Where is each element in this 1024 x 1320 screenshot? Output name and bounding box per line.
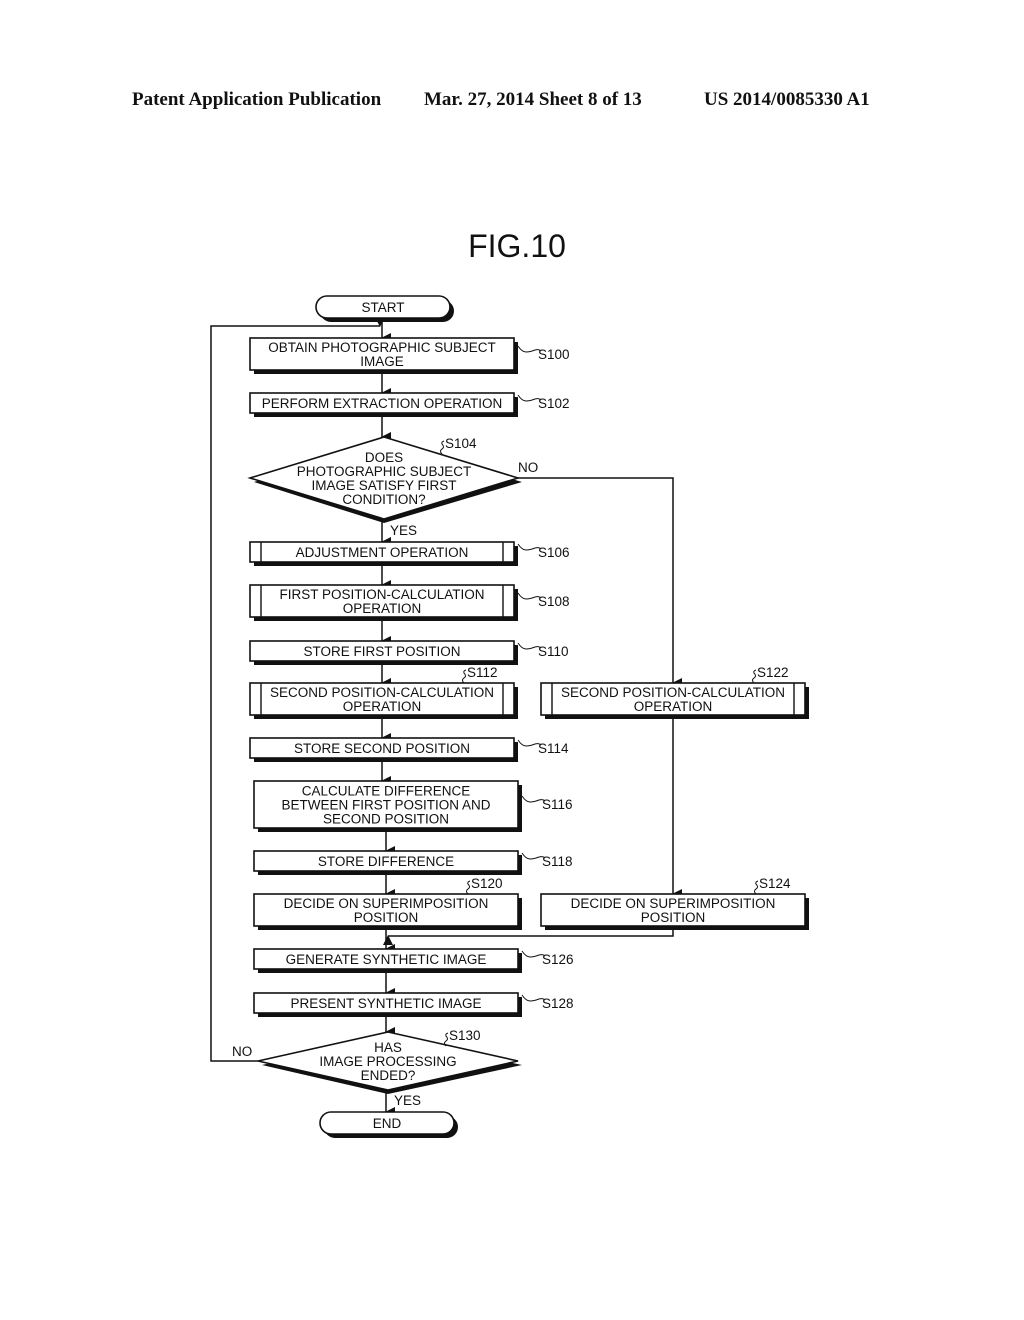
step-number: S124	[759, 876, 791, 891]
s116-text-line: SECOND POSITION	[323, 812, 449, 827]
node-s128: PRESENT SYNTHETIC IMAGE	[253, 992, 522, 1017]
step-label-s126: S126	[521, 950, 574, 967]
s104-text-line: DOES	[365, 450, 403, 465]
step-number: S126	[542, 952, 574, 967]
node-s110: STORE FIRST POSITION	[249, 640, 518, 665]
s104-yes-label: YES	[390, 523, 417, 538]
step-label-s102: S102	[517, 394, 570, 411]
node-s116: CALCULATE DIFFERENCEBETWEEN FIRST POSITI…	[253, 780, 522, 832]
node-s112: SECOND POSITION-CALCULATIONOPERATION	[249, 682, 518, 719]
step-label-s110: S110	[517, 642, 569, 659]
step-label-s120: S120	[466, 876, 503, 895]
s108-text-line: FIRST POSITION-CALCULATION	[279, 587, 484, 602]
s124-text-line: POSITION	[641, 910, 706, 925]
s100-text-line: IMAGE	[360, 354, 404, 369]
step-number: S128	[542, 996, 574, 1011]
node-s122: SECOND POSITION-CALCULATIONOPERATION	[540, 682, 809, 719]
node-s126: GENERATE SYNTHETIC IMAGE	[253, 948, 522, 973]
step-number: S110	[538, 644, 569, 659]
s112-text-line: SECOND POSITION-CALCULATION	[270, 685, 494, 700]
node-s120: DECIDE ON SUPERIMPOSITIONPOSITION	[253, 893, 522, 930]
s110-text-line: STORE FIRST POSITION	[303, 644, 460, 659]
step-number: S116	[542, 797, 573, 812]
step-label-s124: S124	[754, 876, 791, 895]
node-s102: PERFORM EXTRACTION OPERATION	[249, 392, 518, 417]
node-s108: FIRST POSITION-CALCULATIONOPERATION	[249, 584, 518, 621]
node-s104: DOESPHOTOGRAPHIC SUBJECTIMAGE SATISFY FI…	[247, 436, 522, 523]
flowchart: START OBTAIN PHOTOGRAPHIC SUBJECTIMAGE PER…	[210, 295, 809, 1138]
s116-text-line: CALCULATE DIFFERENCE	[302, 784, 471, 799]
s124-text-line: DECIDE ON SUPERIMPOSITION	[571, 896, 776, 911]
s122-text-line: SECOND POSITION-CALCULATION	[561, 685, 785, 700]
s130-text-line: IMAGE PROCESSING	[319, 1054, 456, 1069]
step-label-s130: S130	[444, 1028, 481, 1047]
s108-text-line: OPERATION	[343, 601, 422, 616]
s104-text-line: PHOTOGRAPHIC SUBJECT	[297, 464, 472, 479]
end-text-line: END	[373, 1116, 402, 1131]
step-number: S100	[538, 347, 570, 362]
s128-text-line: PRESENT SYNTHETIC IMAGE	[290, 996, 481, 1011]
s126-text-line: GENERATE SYNTHETIC IMAGE	[286, 952, 487, 967]
s106-text-line: ADJUSTMENT OPERATION	[296, 545, 469, 560]
s130-text-line: ENDED?	[361, 1068, 416, 1083]
s104-text-line: IMAGE SATISFY FIRST	[311, 478, 456, 493]
step-number: S120	[471, 876, 503, 891]
s114-text-line: STORE SECOND POSITION	[294, 741, 470, 756]
s120-text-line: POSITION	[354, 910, 419, 925]
step-number: S130	[449, 1028, 481, 1043]
node-s124: DECIDE ON SUPERIMPOSITIONPOSITION	[540, 893, 809, 930]
s130-text-line: HAS	[374, 1040, 402, 1055]
node-end: END	[319, 1111, 458, 1138]
step-number: S108	[538, 594, 570, 609]
node-s130: HASIMAGE PROCESSINGENDED?	[257, 1031, 522, 1094]
step-number: S114	[538, 741, 569, 756]
step-label-s114: S114	[517, 739, 569, 756]
node-s118: STORE DIFFERENCE	[253, 850, 522, 875]
step-label-s128: S128	[521, 994, 574, 1011]
s116-text-line: BETWEEN FIRST POSITION AND	[281, 798, 490, 813]
s130-yes-label: YES	[394, 1093, 421, 1108]
s102-text-line: PERFORM EXTRACTION OPERATION	[262, 396, 503, 411]
step-number: S106	[538, 545, 570, 560]
step-label-s116: S116	[521, 795, 573, 812]
s120-text-line: DECIDE ON SUPERIMPOSITION	[284, 896, 489, 911]
nodes-layer: START OBTAIN PHOTOGRAPHIC SUBJECTIMAGE PER…	[247, 295, 809, 1138]
node-s114: STORE SECOND POSITION	[249, 737, 518, 762]
step-label-s118: S118	[521, 852, 573, 869]
s130-no-label: NO	[232, 1044, 252, 1059]
s104-no-label: NO	[518, 460, 538, 475]
s100-text-line: OBTAIN PHOTOGRAPHIC SUBJECT	[268, 340, 496, 355]
step-number: S122	[757, 665, 789, 680]
step-number: S104	[445, 436, 477, 451]
s118-text-line: STORE DIFFERENCE	[318, 854, 454, 869]
step-label-s108: S108	[517, 592, 570, 609]
node-s106: ADJUSTMENT OPERATION	[249, 541, 518, 566]
step-label-s106: S106	[517, 543, 570, 560]
node-s100: OBTAIN PHOTOGRAPHIC SUBJECTIMAGE	[249, 337, 518, 374]
step-label-s100: S100	[517, 345, 570, 362]
step-number: S118	[542, 854, 573, 869]
node-start: START	[315, 295, 454, 322]
s112-text-line: OPERATION	[343, 699, 422, 714]
start-text-line: START	[361, 300, 404, 315]
s104-text-line: CONDITION?	[342, 492, 425, 507]
step-number: S102	[538, 396, 570, 411]
step-label-s112: S112	[462, 665, 498, 684]
step-label-s122: S122	[752, 665, 789, 684]
step-label-s104: S104	[440, 436, 477, 455]
s122-text-line: OPERATION	[634, 699, 713, 714]
step-number: S112	[467, 665, 498, 680]
